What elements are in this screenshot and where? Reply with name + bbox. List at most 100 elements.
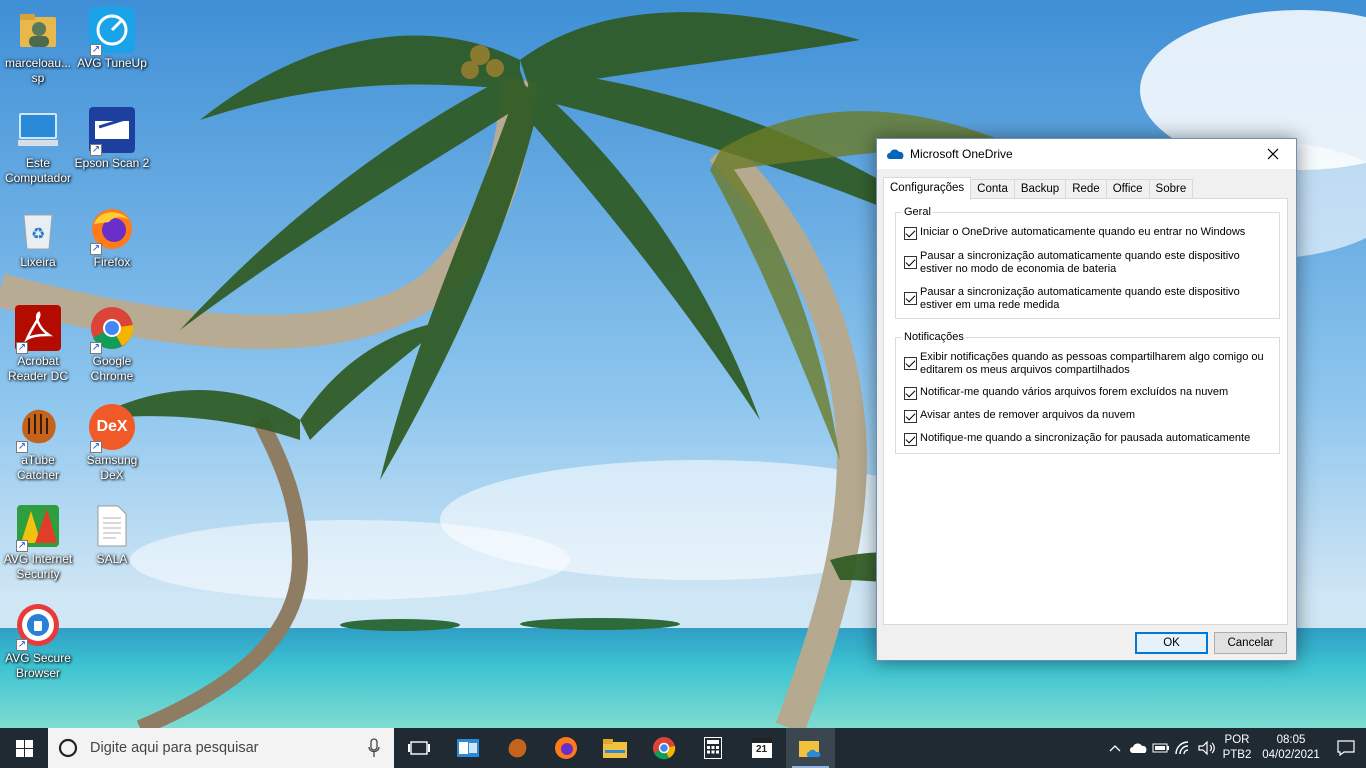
- atube-icon: [508, 738, 526, 758]
- desktop-icon-label: Epson Scan 2: [74, 156, 150, 170]
- chrome-icon: [652, 737, 675, 760]
- task-view-icon: [407, 741, 430, 755]
- desktop-icon-this-pc[interactable]: Este Computador: [0, 100, 76, 194]
- volume-icon: [1197, 741, 1215, 755]
- tab-sobre[interactable]: Sobre: [1148, 179, 1194, 199]
- calculator-icon: [703, 737, 722, 759]
- option-notify-sync-paused[interactable]: Notifique-me quando a sincronização for …: [904, 432, 1273, 446]
- option-label: Pausar a sincronização automaticamente q…: [920, 250, 1240, 275]
- shortcut-arrow-icon: ↗: [16, 639, 28, 651]
- option-label: Pausar a sincronização automaticamente q…: [920, 286, 1240, 311]
- option-label: Exibir notificações quando as pessoas co…: [920, 351, 1264, 376]
- firefox-icon: ↗: [88, 205, 136, 255]
- file-explorer-icon: [602, 739, 627, 758]
- system-tray: POR PTB2 08:05 04/02/2021: [1103, 728, 1366, 768]
- desktop-icon-atube[interactable]: ↗ aTube Catcher: [0, 397, 76, 491]
- desktop-icon-label: Google Chrome: [90, 354, 134, 383]
- clock[interactable]: 08:05 04/02/2021: [1256, 733, 1326, 763]
- clock-date: 04/02/2021: [1262, 749, 1320, 761]
- option-pause-battery-saver[interactable]: Pausar a sincronização automaticamente q…: [904, 250, 1273, 275]
- checkbox-checked[interactable]: [904, 256, 917, 269]
- ok-button[interactable]: OK: [1135, 632, 1208, 654]
- calendar-day: 21: [755, 744, 768, 755]
- dex-badge-text: DeX: [96, 418, 128, 435]
- option-pause-metered-network[interactable]: Pausar a sincronização automaticamente q…: [904, 286, 1273, 311]
- microphone-icon[interactable]: [368, 738, 380, 758]
- action-center-button[interactable]: [1326, 728, 1366, 768]
- taskbar-chrome[interactable]: [639, 728, 688, 768]
- dialog-titlebar[interactable]: Microsoft OneDrive: [877, 139, 1296, 169]
- search-placeholder: Digite aqui para pesquisar: [90, 740, 259, 756]
- desktop-icon-acrobat[interactable]: ↗ Acrobat Reader DC: [0, 298, 76, 392]
- computer-icon: [14, 106, 62, 154]
- close-button[interactable]: [1250, 139, 1296, 169]
- option-notify-shared[interactable]: Exibir notificações quando as pessoas co…: [904, 351, 1273, 376]
- checkbox-checked[interactable]: [904, 357, 917, 370]
- desktop-icon-user-folder[interactable]: marceloau... sp: [0, 0, 76, 94]
- tab-office[interactable]: Office: [1105, 179, 1150, 199]
- tray-volume[interactable]: [1195, 728, 1218, 768]
- group-legend: Geral: [902, 205, 933, 219]
- desktop-icon-avg-browser[interactable]: ↗ AVG Secure Browser: [0, 595, 76, 689]
- onedrive-cloud-icon: [887, 149, 904, 159]
- avg-browser-icon: ↗: [14, 601, 62, 651]
- checkbox-checked[interactable]: [904, 433, 917, 446]
- taskbar-calendar[interactable]: 21: [737, 728, 786, 768]
- shortcut-arrow-icon: ↗: [90, 342, 102, 354]
- start-button[interactable]: [0, 728, 48, 768]
- desktop-icon-epson-scan[interactable]: ↗ Epson Scan 2: [74, 100, 150, 194]
- taskbar-calculator[interactable]: [688, 728, 737, 768]
- desktop-icon-label: Acrobat Reader DC: [7, 354, 69, 383]
- onedrive-settings-icon: [798, 741, 820, 757]
- desktop-icon-sala[interactable]: SALA: [74, 496, 150, 590]
- text-file-icon: [88, 502, 136, 550]
- taskbar-file-explorer[interactable]: [590, 728, 639, 768]
- desktop-icon-avg-security[interactable]: ↗ AVG Internet Security: [0, 496, 76, 590]
- taskbar-atube[interactable]: [492, 728, 541, 768]
- input-language-indicator[interactable]: POR PTB2: [1218, 733, 1256, 763]
- tab-backup[interactable]: Backup: [1013, 179, 1067, 199]
- desktop-icon-label: Lixeira: [20, 255, 56, 269]
- atube-icon: ↗: [14, 403, 62, 453]
- search-box[interactable]: Digite aqui para pesquisar: [48, 728, 394, 768]
- shortcut-arrow-icon: ↗: [16, 540, 28, 552]
- chevron-up-icon: [1109, 745, 1120, 752]
- tab-conta[interactable]: Conta: [970, 179, 1015, 199]
- tray-wifi[interactable]: [1172, 728, 1195, 768]
- option-label: Notifique-me quando a sincronização for …: [920, 432, 1251, 444]
- option-start-automatically[interactable]: Iniciar o OneDrive automaticamente quand…: [904, 226, 1273, 240]
- cancel-button[interactable]: Cancelar: [1214, 632, 1287, 654]
- calendar-icon: 21: [751, 738, 772, 758]
- user-folder-icon: [14, 6, 62, 54]
- desktop-icon-chrome[interactable]: ↗ Google Chrome: [74, 298, 150, 392]
- checkbox-checked[interactable]: [904, 410, 917, 423]
- tab-rede[interactable]: Rede: [1065, 179, 1107, 199]
- taskbar-onedrive-settings[interactable]: [786, 728, 835, 768]
- checkbox-checked[interactable]: [904, 227, 917, 240]
- taskbar: Digite aqui para pesquisar 21 POR PTB2 0…: [0, 728, 1366, 768]
- checkbox-checked[interactable]: [904, 292, 917, 305]
- battery-icon: [1152, 743, 1169, 753]
- option-label: Avisar antes de remover arquivos da nuve…: [920, 409, 1136, 421]
- option-notify-mass-delete[interactable]: Notificar-me quando vários arquivos fore…: [904, 386, 1273, 400]
- taskbar-firefox[interactable]: [541, 728, 590, 768]
- tray-onedrive[interactable]: [1126, 728, 1149, 768]
- show-hidden-icons-button[interactable]: [1103, 728, 1126, 768]
- onedrive-settings-dialog: Microsoft OneDrive Configurações Conta B…: [876, 138, 1297, 661]
- tab-strip: Configurações Conta Backup Rede Office S…: [883, 177, 1194, 200]
- acrobat-icon: ↗: [14, 304, 62, 354]
- avg-tuneup-icon: ↗: [88, 6, 136, 56]
- checkbox-checked[interactable]: [904, 387, 917, 400]
- desktop-icon-avg-tuneup[interactable]: ↗ AVG TuneUp: [74, 0, 150, 94]
- desktop-icon-samsung-dex[interactable]: DeX ↗ Samsung DeX: [74, 397, 150, 491]
- tray-battery[interactable]: [1149, 728, 1172, 768]
- task-view-button[interactable]: [394, 728, 443, 768]
- desktop-icon-label: aTube Catcher: [16, 453, 60, 482]
- taskbar-outlook[interactable]: [443, 728, 492, 768]
- desktop-icon-recycle-bin[interactable]: ♻ Lixeira: [0, 199, 76, 293]
- desktop-icon-firefox[interactable]: ↗ Firefox: [74, 199, 150, 293]
- option-warn-remove-cloud[interactable]: Avisar antes de remover arquivos da nuve…: [904, 409, 1273, 423]
- notification-icon: [1337, 740, 1355, 756]
- tab-configuracoes[interactable]: Configurações: [883, 177, 972, 200]
- firefox-icon: [554, 737, 577, 759]
